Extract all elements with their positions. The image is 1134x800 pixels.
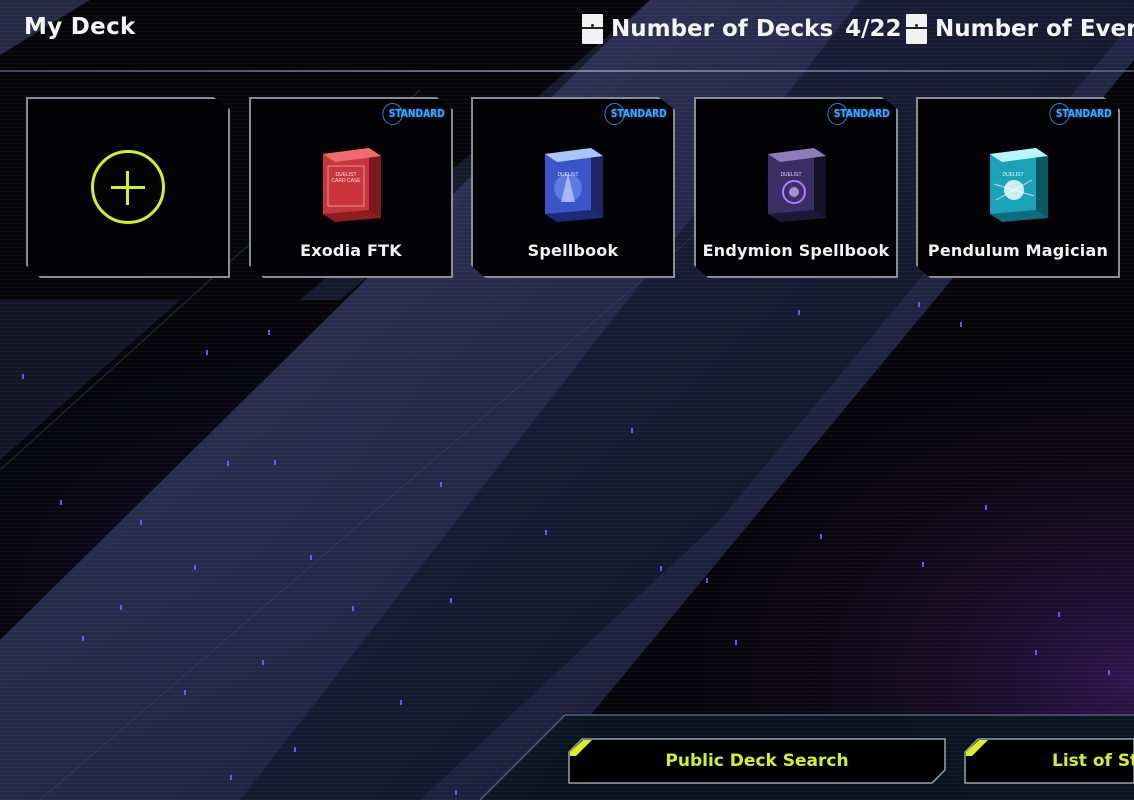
badge-ring-icon (604, 103, 625, 125)
deck-box-icon: DUELIST (545, 148, 603, 222)
deck-box-icon: DUELIST (990, 148, 1048, 222)
svg-text:DUELIST: DUELIST (780, 172, 801, 178)
svg-text:DUELIST: DUELIST (1002, 172, 1023, 178)
list-of-structure-decks-button[interactable]: List of Str (964, 738, 1134, 784)
public-deck-search-button[interactable]: Public Deck Search (568, 738, 946, 784)
deck-tile-pendulum-magician[interactable]: STANDARD DUELIST Pendulum Magician (916, 97, 1120, 278)
deck-list: STANDARD DUELIST CARD CASE Exodia FTK ST… (0, 0, 1134, 300)
svg-text:CARD CASE: CARD CASE (331, 178, 361, 184)
deck-name: Pendulum Magician (927, 241, 1109, 260)
deck-box-icon: DUELIST CARD CASE (323, 148, 381, 222)
svg-text:DUELIST: DUELIST (557, 172, 578, 178)
deck-tile-exodia-ftk[interactable]: STANDARD DUELIST CARD CASE Exodia FTK (249, 97, 453, 278)
badge-ring-icon (1049, 103, 1070, 125)
deck-name: Spellbook (527, 241, 619, 260)
standard-badge: STANDARD (827, 103, 890, 125)
public-deck-search-label: Public Deck Search (665, 751, 849, 771)
badge-ring-icon (382, 103, 403, 125)
deck-tile-spellbook[interactable]: STANDARD DUELIST Spellbook (471, 97, 675, 278)
standard-badge: STANDARD (382, 103, 445, 125)
add-deck-tile[interactable] (26, 97, 230, 278)
deck-tile-endymion-spellbook[interactable]: STANDARD DUELIST Endymion Spellbook (694, 97, 898, 278)
plus-circle-icon (91, 150, 165, 224)
badge-ring-icon (827, 103, 848, 125)
standard-badge: STANDARD (604, 103, 667, 125)
deck-name: Exodia FTK (300, 241, 402, 260)
list-of-structure-decks-label: List of Str (1052, 751, 1134, 771)
deck-name: Endymion Spellbook (702, 241, 890, 260)
deck-box-icon: DUELIST (768, 148, 826, 222)
standard-badge: STANDARD (1049, 103, 1112, 125)
